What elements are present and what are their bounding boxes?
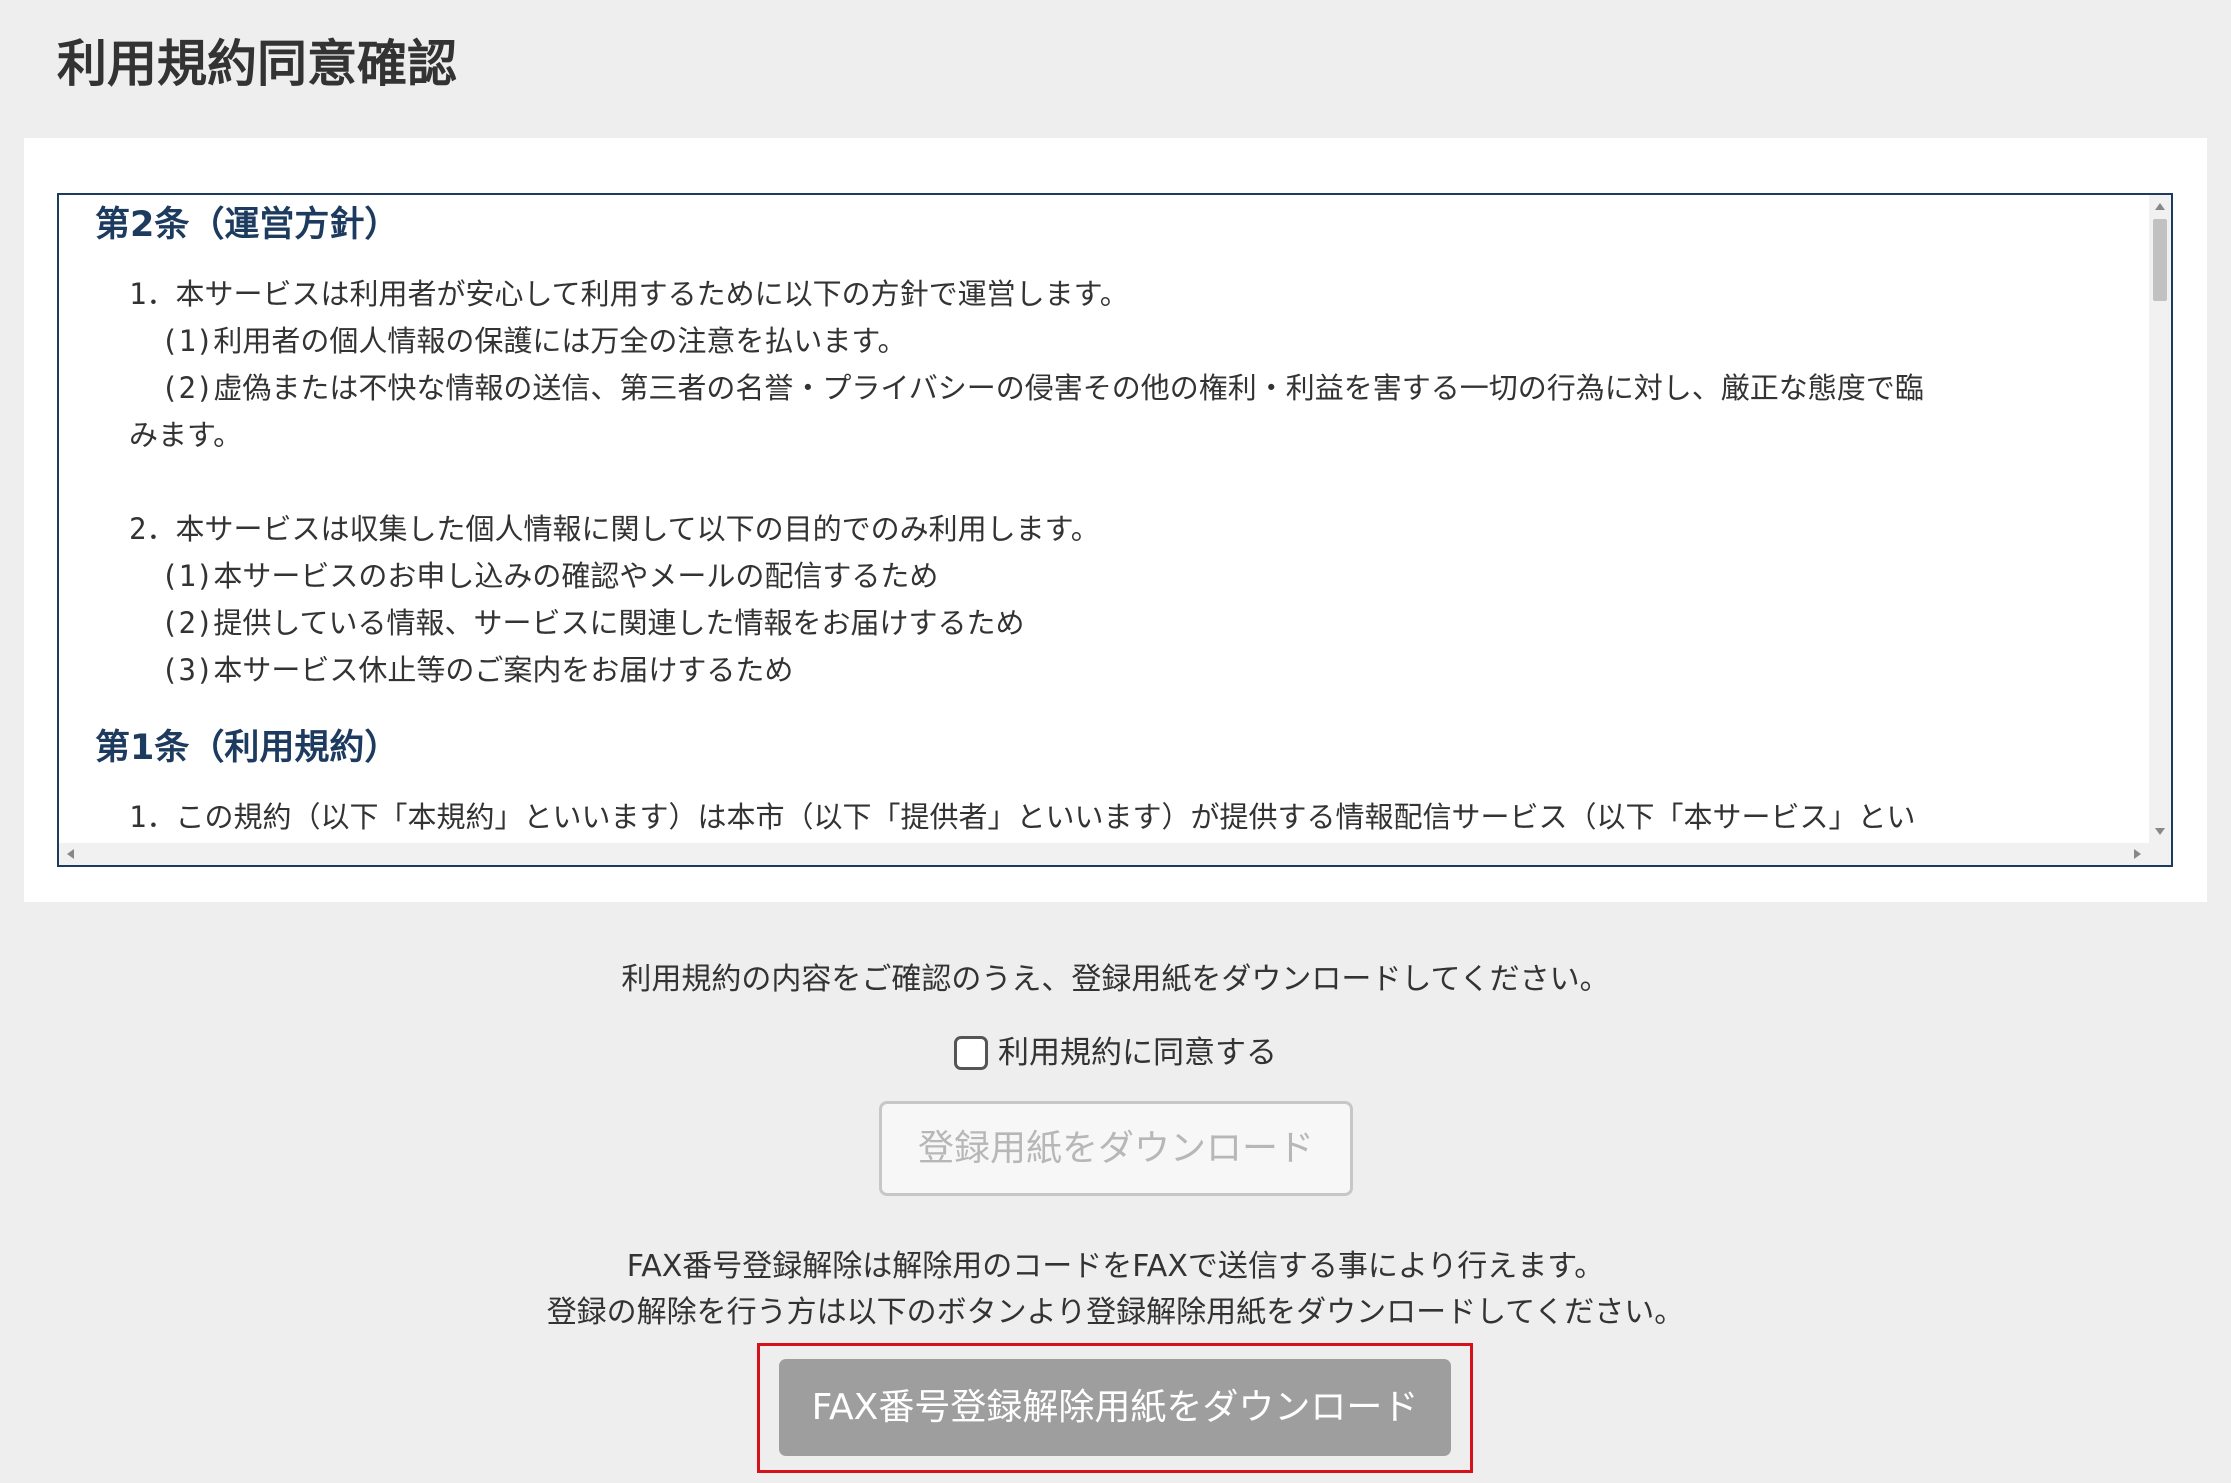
clause-text: 1．この規約（以下「本規約」といいます）は本市（以下「提供者」といいます）が提供… [129,800,1916,834]
article-1-title: 第1条（利用規約） [95,728,400,768]
scrollbar-thumb[interactable] [2153,219,2167,301]
fax-unregister-info-line-1: FAX番号登録解除は解除用のコードをFAXで送信する事により行えます。 [626,1249,1605,1284]
terms-scroll-box[interactable]: 第2条（運営方針） 1．本サービスは利用者が安心して利用するために以下の方針で運… [57,193,2173,867]
clause-sub-item: (3)本サービス休止等のご案内をお届けするため [161,653,794,687]
scroll-right-arrow-icon[interactable] [2134,849,2141,859]
fax-unregister-form-download-button[interactable]: FAX番号登録解除用紙をダウンロード [779,1359,1451,1456]
scroll-down-arrow-icon[interactable] [2155,828,2165,835]
clause-sub-item: (1)利用者の個人情報の保護には万全の注意を払います。 [161,324,907,358]
registration-form-download-button[interactable]: 登録用紙をダウンロード [879,1101,1353,1196]
agree-checkbox-row[interactable]: 利用規約に同意する [0,1030,2231,1076]
agree-checkbox-label[interactable]: 利用規約に同意する [998,1030,1277,1076]
agree-checkbox[interactable] [954,1036,988,1070]
clause-sub-item: (2)虚偽または不快な情報の送信、第三者の名誉・プライバシーの侵害その他の権利・… [161,371,1924,405]
article-2-title: 第2条（運営方針） [95,205,400,245]
vertical-scrollbar[interactable] [2149,195,2171,843]
download-instruction: 利用規約の内容をご確認のうえ、登録用紙をダウンロードしてください。 [621,962,1610,997]
horizontal-scrollbar[interactable] [59,843,2149,865]
clause-sub-item: (2)提供している情報、サービスに関連した情報をお届けするため [161,606,1025,640]
clause-text: 1．本サービスは利用者が安心して利用するために以下の方針で運営します。 [129,277,1129,311]
terms-card: 第2条（運営方針） 1．本サービスは利用者が安心して利用するために以下の方針で運… [24,138,2207,902]
article-1-clause-1: 1．この規約（以下「本規約」といいます）は本市（以下「提供者」といいます）が提供… [95,794,2113,841]
clause-sub-item: (1)本サービスのお申し込みの確認やメールの配信するため [161,559,939,593]
scroll-left-arrow-icon[interactable] [67,849,74,859]
clause-text: 2．本サービスは収集した個人情報に関して以下の目的でのみ利用します。 [129,512,1100,546]
fax-unregister-info-line-2: 登録の解除を行う方は以下のボタンより登録解除用紙をダウンロードしてください。 [546,1295,1685,1330]
article-2-clause-1: 1．本サービスは利用者が安心して利用するために以下の方針で運営します。 (1)利… [95,271,2113,694]
page-title: 利用規約同意確認 [57,35,457,93]
scroll-up-arrow-icon[interactable] [2155,203,2165,210]
clause-sub-item-continuation: みます。 [129,418,243,452]
terms-content: 第2条（運営方針） 1．本サービスは利用者が安心して利用するために以下の方針で運… [59,195,2149,843]
scrollbar-corner [2149,843,2171,865]
fax-button-highlight: FAX番号登録解除用紙をダウンロード [757,1343,1473,1473]
